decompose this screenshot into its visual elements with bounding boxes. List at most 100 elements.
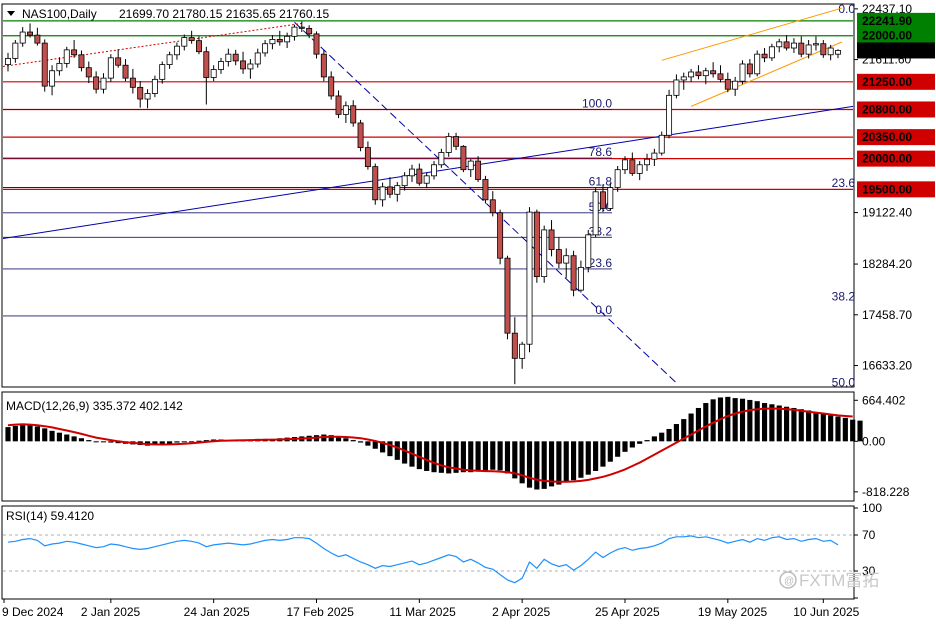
macd-bar <box>548 441 555 487</box>
candle-body <box>607 187 614 209</box>
candle-body <box>482 179 489 201</box>
time-tick-label: 11 Mar 2025 <box>389 605 456 619</box>
candle <box>41 39 48 92</box>
candle-body <box>438 152 445 166</box>
price-tick-label: 19122.40 <box>862 206 912 220</box>
candle-body <box>732 80 739 90</box>
price-tag-label: 20000.00 <box>862 152 912 166</box>
candle-body <box>577 266 584 291</box>
macd-bar <box>615 441 621 457</box>
price-tag-label: 20800.00 <box>862 102 912 116</box>
time-tick-label: 19 May 2025 <box>698 605 768 619</box>
candle <box>585 229 592 273</box>
candle-body <box>453 136 460 147</box>
macd-bar <box>49 430 55 442</box>
candle-body <box>614 169 621 188</box>
macd-bar <box>482 441 489 471</box>
candle-body <box>541 229 548 278</box>
candle-body <box>129 77 136 88</box>
candle-body <box>783 41 790 49</box>
candle-body <box>835 50 841 55</box>
rsi-panel-frame <box>1 505 855 600</box>
price-panel-frame <box>1 3 855 388</box>
candle-body <box>313 33 320 55</box>
candle-body <box>680 76 687 81</box>
price-tick-label: 18284.20 <box>862 257 912 271</box>
candle <box>526 207 533 353</box>
candle-body <box>798 42 805 55</box>
macd-bar <box>842 417 848 442</box>
macd-bar <box>108 441 114 443</box>
candle <box>497 209 504 265</box>
candle <box>107 54 114 82</box>
candle-body <box>673 79 680 96</box>
macd-bar <box>659 432 665 442</box>
candle-body <box>519 343 526 359</box>
macd-bar <box>526 441 533 488</box>
macd-bar <box>365 441 371 446</box>
price-tick-label: 17458.70 <box>862 308 912 322</box>
candle-body <box>592 191 599 236</box>
candle-body <box>644 158 650 166</box>
candle-body <box>416 168 423 184</box>
candle-body <box>445 136 452 153</box>
macd-tick-label: -818.228 <box>862 485 910 499</box>
macd-bar <box>578 441 584 478</box>
candle-body <box>761 53 768 59</box>
candle-body <box>658 134 665 154</box>
macd-bar <box>181 441 187 443</box>
macd-title: MACD(12,26,9) 335.372 402.142 <box>6 399 183 413</box>
macd-bar <box>571 441 577 481</box>
time-axis: 9 Dec 2024 2 Jan 2025 24 Jan 2025 17 Feb 20… <box>2 599 860 619</box>
candle-body <box>467 160 474 171</box>
candle-body <box>710 70 717 75</box>
macd-bar <box>747 399 753 442</box>
time-tick-label: 25 Apr 2025 <box>595 605 660 619</box>
time-tick-label: 24 Jan 2025 <box>184 605 250 619</box>
candle-body <box>688 71 695 78</box>
macd-bar <box>629 441 635 448</box>
macd-bar <box>20 424 26 442</box>
candle-body <box>702 70 709 77</box>
candle <box>592 188 599 238</box>
candle-body <box>489 199 496 214</box>
macd-bar <box>174 441 180 443</box>
macd-bar <box>556 441 562 485</box>
macd-bar <box>350 440 356 442</box>
candle <box>504 255 511 340</box>
candle-body <box>159 64 166 80</box>
macd-bar <box>563 441 569 483</box>
candle-body <box>5 58 11 66</box>
macd-bar <box>850 419 856 442</box>
candle-body <box>379 186 386 201</box>
candle-body <box>431 164 437 177</box>
macd-bar <box>637 441 643 444</box>
macd-bar <box>343 438 349 442</box>
price-tag-label: 22000.00 <box>862 29 912 43</box>
candle-body <box>240 60 247 70</box>
macd-bar <box>71 436 77 442</box>
macd-bar <box>806 410 812 442</box>
macd-bar <box>27 425 33 442</box>
time-tick-label: 2 Jan 2025 <box>81 605 141 619</box>
candle-body <box>790 42 797 49</box>
macd-bar <box>585 441 591 475</box>
fib-level-label: 50.0 <box>832 375 856 389</box>
candle-body <box>342 105 349 115</box>
rsi-tick-label: 70 <box>862 528 876 542</box>
macd-bar <box>710 399 716 442</box>
candle-body <box>173 45 180 56</box>
candle <box>320 49 327 82</box>
candle <box>541 225 548 283</box>
candle-body <box>511 332 518 359</box>
candle-body <box>41 42 48 87</box>
price-tick-label: 21611.60 <box>862 53 911 67</box>
macd-bar <box>688 413 694 442</box>
ohlc-label: 21699.70 21780.15 21635.65 21760.15 <box>119 7 330 21</box>
candle-body <box>401 175 408 187</box>
price-tag-label: 21250.00 <box>862 75 912 89</box>
candle <box>357 119 364 152</box>
rsi-title: RSI(14) 59.4120 <box>6 509 94 523</box>
macd-bar <box>776 405 782 442</box>
candle-body <box>372 166 379 201</box>
